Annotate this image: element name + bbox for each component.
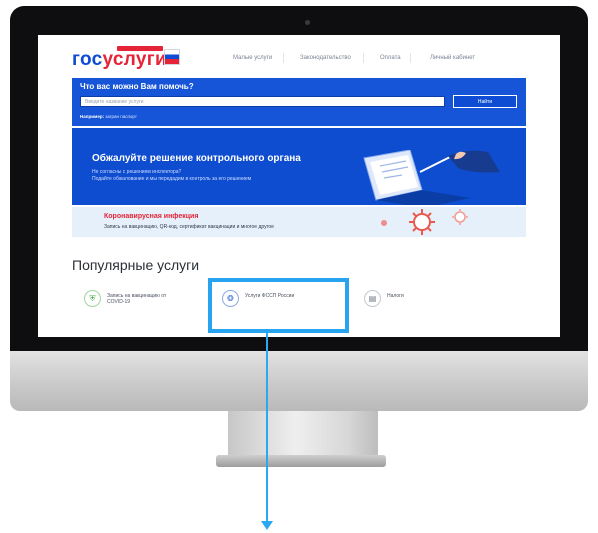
banner-subtitle-line: Подайте обжалование и мы передадим в кон… (92, 176, 252, 182)
popular-services-title: Популярные услуги (72, 257, 200, 273)
covid-banner[interactable]: Коронавирусная инфекция Запись на вакцин… (72, 207, 526, 237)
nav-item-payment[interactable]: Оплата (380, 55, 401, 61)
nav-divider (410, 53, 411, 63)
monitor-base (216, 455, 386, 467)
tax-icon: ▤ (364, 290, 381, 307)
logo-text-gos: гос (72, 49, 103, 70)
nav-item-services[interactable]: Малые услуги (233, 55, 272, 61)
monitor-chin (10, 351, 588, 411)
logo-text-uslugi: услуги (102, 49, 167, 70)
shield-icon: ⛨ (84, 290, 101, 307)
banner-subtitle: Не согласны с решением инспектора? Подай… (92, 169, 302, 183)
service-label: Запись на вакцинацию от COVID-19 (107, 293, 166, 305)
search-panel: Что вас можно Вам помочь? Введите назван… (72, 78, 526, 126)
service-label-line: Налоги (387, 293, 404, 299)
pointer-arrow-line (266, 333, 268, 525)
nav-item-legislation[interactable]: Законодательство (300, 55, 351, 61)
nav-divider (283, 53, 284, 63)
search-hint: Например: загран паспорт (80, 114, 137, 119)
virus-illustration (381, 209, 468, 235)
banner-title: Обжалуйте решение контрольного органа (92, 153, 301, 164)
nav-item-account[interactable]: Личный кабинет (430, 55, 475, 61)
webcam-icon (305, 20, 310, 25)
search-hint-label: Например: (80, 114, 105, 119)
banner-subtitle-line: Не согласны с решением инспектора? (92, 169, 182, 175)
nav-divider (363, 53, 364, 63)
search-hint-value[interactable]: загран паспорт (105, 114, 137, 119)
service-covid-vaccination[interactable]: ⛨ Запись на вакцинацию от COVID-19 (84, 288, 204, 312)
monitor-stand (228, 411, 378, 459)
arrow-down-icon (261, 521, 273, 530)
search-input[interactable]: Введите название услуги (80, 96, 445, 107)
service-label: Налоги (387, 293, 404, 299)
highlight-box (208, 278, 349, 333)
search-title: Что вас можно Вам помочь? (80, 82, 194, 91)
service-taxes[interactable]: ▤ Налоги (364, 288, 454, 312)
flag-icon (164, 49, 180, 65)
service-label-line: COVID-19 (107, 299, 131, 305)
laptop-signing-illustration (363, 150, 500, 205)
search-button[interactable]: Найти (453, 95, 517, 108)
gosuslugi-logo[interactable]: госуслуги (72, 49, 167, 71)
appeal-banner[interactable]: Обжалуйте решение контрольного органа Не… (72, 128, 526, 205)
covid-subtitle: Запись на вакцинацию, QR-код, сертификат… (104, 224, 274, 230)
covid-title: Коронавирусная инфекция (104, 213, 199, 220)
